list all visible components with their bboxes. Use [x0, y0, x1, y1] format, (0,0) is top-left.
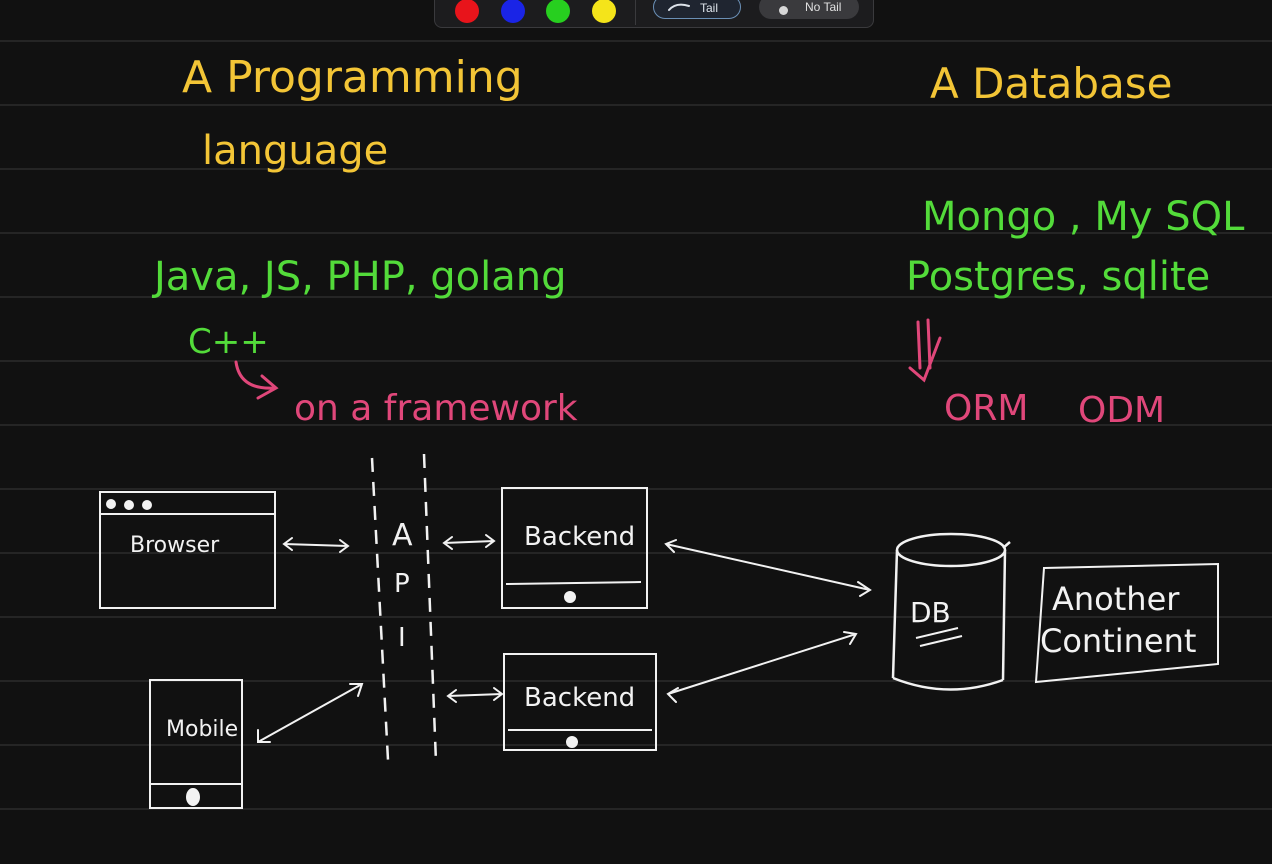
languages-line1: Java, JS, PHP, golang	[151, 254, 567, 300]
orm-label: ORM	[944, 388, 1028, 429]
drawing-toolbar: Tail No Tail	[434, 0, 874, 28]
left-heading-line2: language	[202, 128, 388, 174]
db-label: DB	[910, 596, 951, 629]
mobile-box	[149, 679, 243, 809]
color-swatch-blue[interactable]	[501, 0, 525, 23]
browser-label: Browser	[130, 533, 220, 558]
databases-line1: Mongo , My SQL	[922, 194, 1245, 240]
drawing-board[interactable]: A Programming language A Database Java, …	[0, 0, 1272, 864]
curved-arrow	[234, 360, 279, 400]
framework-note: on a framework	[294, 388, 578, 429]
color-swatch-green[interactable]	[546, 0, 570, 23]
mobile-label: Mobile	[166, 717, 238, 742]
tail-stroke-icon	[668, 3, 690, 11]
another-continent-line1: Another	[1052, 580, 1180, 618]
down-arrow-icon	[908, 318, 942, 383]
no-tail-button-label: No Tail	[805, 0, 842, 14]
backend-bottom-label: Backend	[524, 683, 635, 713]
backend-top-label: Backend	[524, 522, 635, 552]
toolbar-divider	[635, 0, 636, 25]
languages-line2: C++	[188, 322, 269, 362]
color-swatch-red[interactable]	[455, 0, 479, 23]
left-heading-line1: A Programming	[182, 52, 523, 103]
dot-icon	[779, 6, 788, 15]
api-boundary	[370, 453, 438, 763]
odm-label: ODM	[1078, 390, 1165, 431]
tail-button[interactable]: Tail	[653, 0, 741, 19]
no-tail-button[interactable]: No Tail	[759, 0, 859, 19]
color-swatch-yellow[interactable]	[592, 0, 616, 23]
tail-button-label: Tail	[700, 1, 719, 15]
api-letter-i: I	[398, 623, 406, 653]
db-underline	[915, 627, 963, 647]
another-continent-line2: Continent	[1040, 622, 1196, 660]
api-letter-p: P	[394, 569, 410, 599]
api-letter-a: A	[392, 518, 413, 553]
databases-line2: Postgres, sqlite	[906, 254, 1210, 300]
right-heading: A Database	[930, 59, 1172, 108]
